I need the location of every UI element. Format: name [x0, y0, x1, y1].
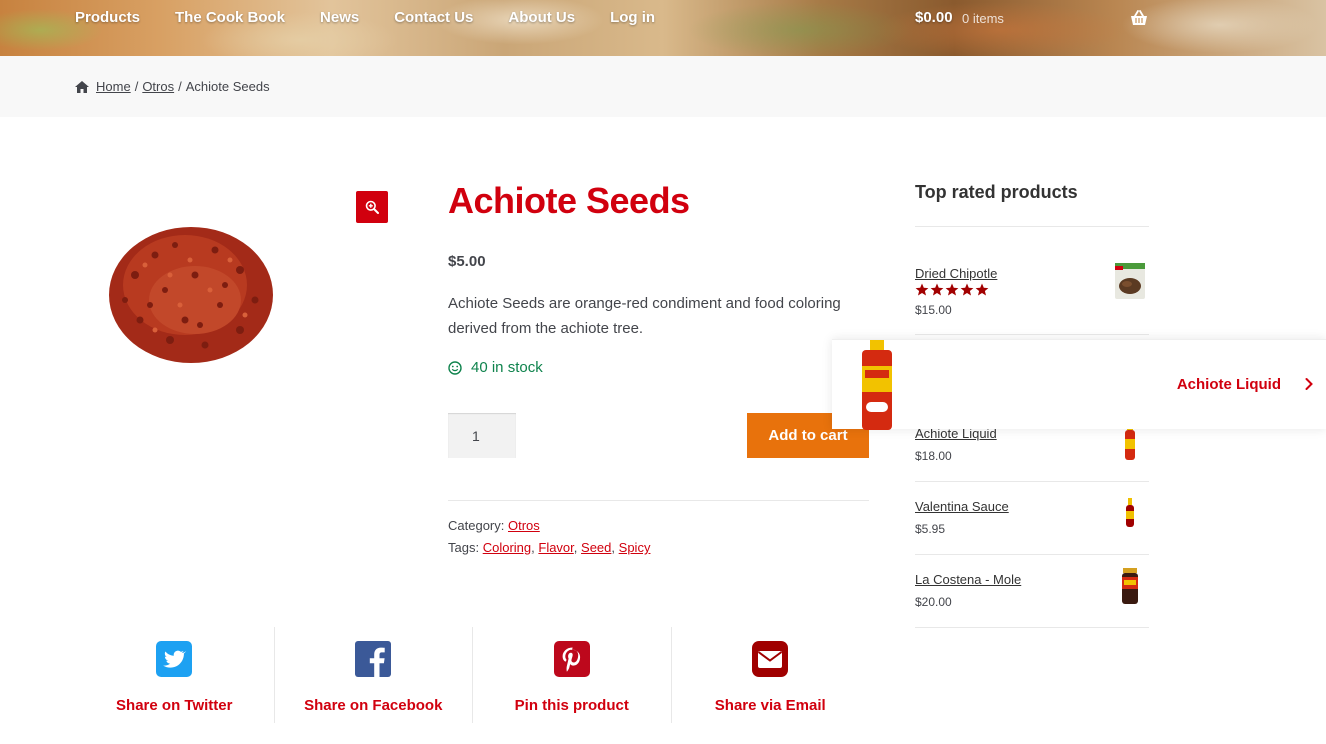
product-thumbnail[interactable]: [1113, 262, 1147, 300]
widget-divider: [915, 334, 1149, 335]
share-twitter-label: Share on Twitter: [116, 697, 233, 714]
twitter-icon: [156, 641, 193, 677]
top-rated-product-link[interactable]: Valentina Sauce: [915, 499, 1009, 514]
product-image[interactable]: [95, 205, 295, 375]
facebook-icon: [355, 641, 392, 677]
widget-divider: [915, 226, 1149, 227]
breadcrumb-separator: /: [178, 79, 182, 94]
next-product-link[interactable]: Achiote Liquid: [832, 339, 1326, 430]
product-thumbnail[interactable]: [1113, 567, 1147, 605]
share-email-button[interactable]: Share via Email: [670, 627, 870, 723]
breadcrumb-home[interactable]: Home: [96, 79, 131, 94]
share-twitter-button[interactable]: Share on Twitter: [75, 627, 274, 723]
tag-separator: ,: [611, 540, 616, 555]
product-price: $5.00: [448, 253, 486, 270]
breadcrumb-current: Achiote Seeds: [185, 79, 270, 94]
top-rated-product-price: $5.95: [915, 522, 946, 536]
tag-link[interactable]: Flavor: [538, 540, 573, 555]
top-rated-product-link[interactable]: Dried Chipotle: [915, 266, 997, 281]
smile-icon: [448, 360, 462, 375]
breadcrumb-category[interactable]: Otros: [142, 79, 174, 94]
widget-divider: [915, 481, 1149, 482]
breadcrumb-separator: /: [134, 79, 139, 94]
share-bar: Share on Twitter Share on Facebook Pin t…: [75, 627, 869, 723]
tag-separator: ,: [531, 540, 535, 555]
basket-icon[interactable]: [1129, 8, 1149, 28]
tag-separator: ,: [573, 540, 578, 555]
pinterest-icon: [553, 641, 590, 677]
product-category: Category: Otros: [448, 517, 540, 535]
top-rated-product-price: $18.00: [915, 449, 952, 463]
product-tags: Tags: Coloring, Flavor, Seed, Spicy: [448, 539, 650, 557]
category-link[interactable]: Otros: [508, 518, 540, 533]
nav-log-in[interactable]: Log in: [610, 8, 655, 28]
divider: [448, 500, 869, 501]
top-rated-product-price: $15.00: [915, 303, 952, 317]
share-email-label: Share via Email: [714, 697, 826, 714]
product-description: Achiote Seeds are orange-red condiment a…: [448, 295, 841, 337]
chevron-right-icon: [1305, 378, 1313, 390]
site-header: Products The Cook Book News Contact Us A…: [0, 0, 1326, 56]
breadcrumb: Home / Otros / Achiote Seeds: [75, 79, 270, 94]
tag-link[interactable]: Coloring: [483, 540, 531, 555]
widget-title: Top rated products: [915, 182, 1078, 202]
next-product-thumbnail: [862, 340, 892, 430]
share-pinterest-label: Pin this product: [514, 697, 629, 714]
five-star-icon: [915, 283, 989, 296]
product-thumbnail[interactable]: [1113, 496, 1147, 534]
tag-link[interactable]: Seed: [581, 540, 611, 555]
primary-navigation: Products The Cook Book News Contact Us A…: [75, 8, 690, 28]
nav-cook-book[interactable]: The Cook Book: [175, 8, 285, 28]
top-rated-product-link[interactable]: La Costena - Mole: [915, 572, 1021, 587]
share-facebook-button[interactable]: Share on Facebook: [273, 627, 473, 723]
widget-divider: [915, 554, 1149, 555]
star-rating: [915, 283, 989, 297]
widget-divider: [915, 627, 1149, 628]
product-title: Achiote Seeds: [448, 180, 690, 221]
quantity-input[interactable]: [448, 413, 516, 458]
share-facebook-label: Share on Facebook: [304, 697, 443, 714]
nav-news[interactable]: News: [320, 8, 359, 28]
cart-total[interactable]: $0.00: [915, 8, 953, 28]
stock-text: 40 in stock: [471, 359, 543, 376]
email-icon: [752, 641, 789, 677]
home-icon: [75, 80, 89, 93]
zoom-in-icon: [365, 200, 379, 214]
stock-status: 40 in stock: [448, 359, 543, 376]
nav-products[interactable]: Products: [75, 8, 140, 28]
share-pinterest-button[interactable]: Pin this product: [472, 627, 671, 723]
nav-about-us[interactable]: About Us: [508, 8, 575, 28]
top-rated-product-price: $20.00: [915, 595, 952, 609]
next-product-name: Achiote Liquid: [1176, 376, 1281, 393]
nav-contact-us[interactable]: Contact Us: [394, 8, 473, 28]
tag-link[interactable]: Spicy: [619, 540, 651, 555]
category-label: Category:: [448, 518, 505, 533]
tags-label: Tags:: [448, 540, 480, 555]
zoom-button[interactable]: [356, 191, 388, 223]
cart-count[interactable]: 0 items: [962, 9, 1004, 29]
